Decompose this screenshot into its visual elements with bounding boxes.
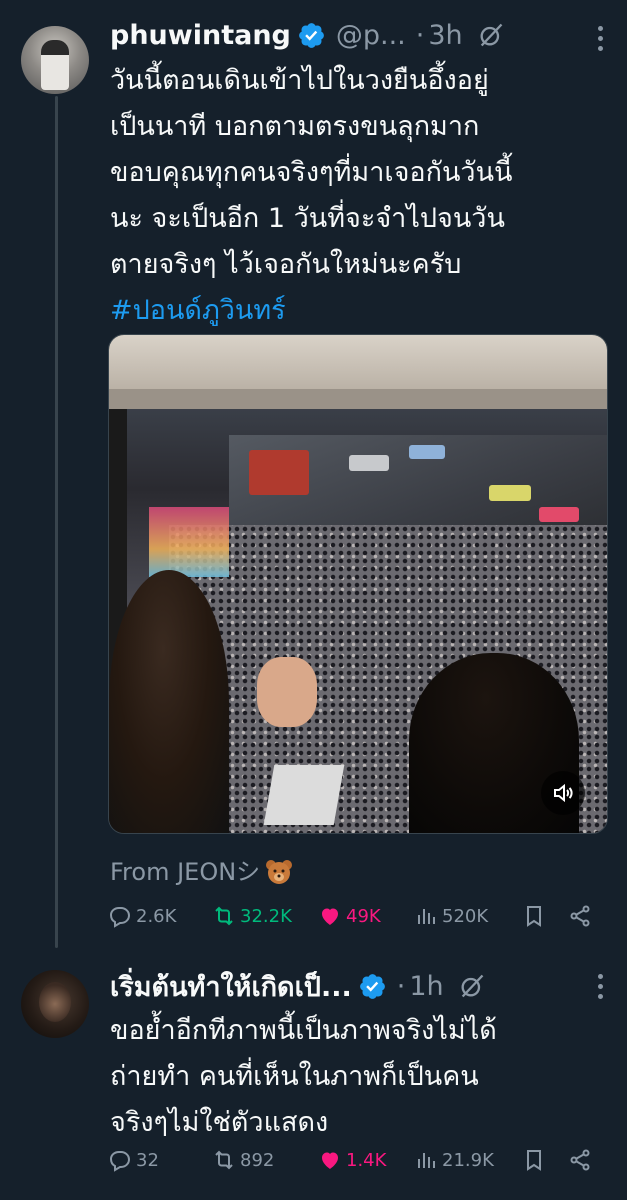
tweet-text-line: จริงๆไม่ใช่ตัวแสดง <box>110 1107 329 1138</box>
attribution-text: From JEONシ <box>110 858 261 886</box>
share-icon <box>570 905 590 927</box>
avatar[interactable] <box>21 970 89 1038</box>
grok-icon[interactable] <box>458 972 486 1000</box>
more-icon[interactable] <box>597 26 605 56</box>
more-icon[interactable] <box>597 974 605 1004</box>
share-icon <box>570 1149 590 1171</box>
bookmark-icon <box>527 906 541 927</box>
views-count: 21.9K <box>442 1149 494 1171</box>
tweet-text-line: ถ่ายทำ คนที่เห็นในภาพก็เป็นคน <box>110 1061 479 1092</box>
tweet-text-line: เป็นนาที บอกตามตรงขนลุกมาก <box>110 111 480 142</box>
media-attribution[interactable]: From JEONシ <box>110 852 294 888</box>
thread-connector-line <box>55 96 58 948</box>
reply-button[interactable]: 2.6K <box>108 904 176 928</box>
reply-count: 32 <box>136 1149 159 1171</box>
display-name[interactable]: เริ่มต้นทำให้เกิดเป็... <box>110 965 352 1008</box>
reply-count: 2.6K <box>136 905 177 927</box>
views-icon <box>418 1153 435 1168</box>
separator-dot: · <box>396 970 406 1002</box>
reply-icon <box>109 1151 131 1172</box>
repost-count: 892 <box>240 1149 275 1171</box>
volume-icon[interactable] <box>541 771 585 815</box>
like-icon <box>322 908 338 925</box>
like-button[interactable]: 49K <box>318 904 381 928</box>
repost-icon <box>215 1150 233 1170</box>
tweet-text-line: วันนี้ตอนเดินเข้าไปในวงยืนอึ้งอยู่ <box>110 65 489 96</box>
like-icon <box>322 1152 338 1169</box>
tweet-video[interactable] <box>108 334 608 834</box>
bookmark-button[interactable] <box>522 1148 550 1172</box>
bookmark-button[interactable] <box>522 904 550 928</box>
repost-button[interactable]: 32.2K <box>212 904 292 928</box>
verified-badge-icon <box>359 973 385 999</box>
like-count: 49K <box>346 905 381 927</box>
tweet-text-line: ขอบคุณทุกคนจริงๆที่มาเจอกันวันนี้ <box>110 157 513 188</box>
tweet-actions: 2.6K 32.2K 49K 520K <box>108 904 608 936</box>
grok-icon[interactable] <box>477 21 505 49</box>
reply-button[interactable]: 32 <box>108 1148 159 1172</box>
separator-dot: · <box>415 19 425 51</box>
tweet-text-line: ตายจริงๆ ไว้เจอกันใหม่นะครับ <box>110 249 462 280</box>
tweet-text: วันนี้ตอนเดินเข้าไปในวงยืนอึ้งอยู่ เป็นน… <box>110 58 610 334</box>
repost-count: 32.2K <box>240 905 292 927</box>
reply-icon <box>109 907 131 928</box>
like-button[interactable]: 1.4K <box>318 1148 386 1172</box>
avatar[interactable] <box>21 26 89 94</box>
verified-badge-icon <box>298 22 324 48</box>
repost-button[interactable]: 892 <box>212 1148 274 1172</box>
teddy-bear-emoji <box>266 860 293 884</box>
display-name[interactable]: phuwintang <box>110 20 291 51</box>
views-icon <box>418 909 435 924</box>
views-button[interactable]: 520K <box>414 904 488 928</box>
timestamp[interactable]: 3h <box>428 20 462 51</box>
tweet-text-line: ขอย้ำอีกทีภาพนี้เป็นภาพจริงไม่ได้ <box>110 1015 497 1046</box>
repost-icon <box>215 906 233 926</box>
views-button[interactable]: 21.9K <box>414 1148 494 1172</box>
user-handle[interactable]: @p... <box>336 20 406 51</box>
tweet-actions: 32 892 1.4K 21.9K <box>108 1148 608 1180</box>
share-button[interactable] <box>568 1148 596 1172</box>
like-count: 1.4K <box>346 1149 387 1171</box>
tweet-text-line: นะ จะเป็นอีก 1 วันที่จะจำไปจนวัน <box>110 203 505 234</box>
share-button[interactable] <box>568 904 596 928</box>
hashtag-link[interactable]: #ปอนด์ภูวินทร์ <box>110 288 610 334</box>
tweet-text: ขอย้ำอีกทีภาพนี้เป็นภาพจริงไม่ได้ ถ่ายทำ… <box>110 1008 610 1146</box>
views-count: 520K <box>442 905 489 927</box>
tweet-header: phuwintang @p... · 3h <box>110 18 505 52</box>
timestamp[interactable]: 1h <box>409 971 443 1002</box>
tweet-header: เริ่มต้นทำให้เกิดเป็... · 1h <box>110 966 486 1006</box>
bookmark-icon <box>527 1150 541 1171</box>
